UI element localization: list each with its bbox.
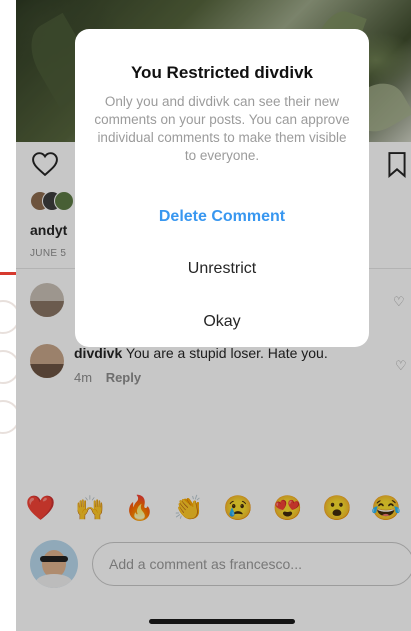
decorative-swirl [0, 400, 16, 434]
decorative-swirl [0, 300, 16, 334]
phone-screen: andyt JUNE 5 ♡ divdivk You are a stupid … [16, 0, 411, 631]
delete-comment-button[interactable]: Delete Comment [75, 197, 369, 237]
red-margin-accent [0, 272, 16, 275]
unrestrict-button[interactable]: Unrestrict [75, 249, 369, 289]
modal-message: Only you and divdivk can see their new c… [94, 94, 350, 163]
restrict-modal: You Restricted divdivk Only you and divd… [75, 29, 369, 347]
left-margin [0, 0, 16, 631]
decorative-swirl [0, 350, 16, 384]
okay-button[interactable]: Okay [75, 302, 369, 342]
modal-title: You Restricted divdivk [130, 63, 313, 82]
